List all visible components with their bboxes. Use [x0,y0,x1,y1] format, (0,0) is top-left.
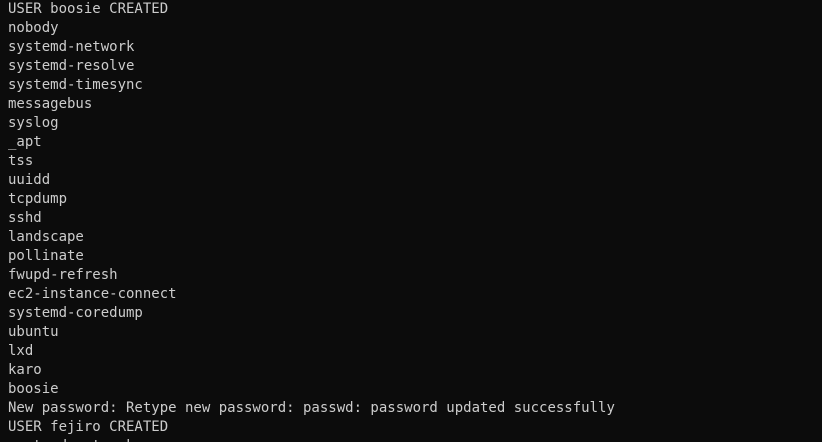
terminal-line: landscape [8,229,84,245]
terminal-line: USER boosie CREATED [8,1,169,17]
terminal-line: fwupd-refresh [8,267,118,283]
terminal-line: sshd [8,210,42,226]
terminal-line: systemd-timesync [8,77,143,93]
terminal-line: ec2-instance-connect [8,286,177,302]
terminal-line: systemd-network [8,437,822,442]
terminal-line: systemd-resolve [8,58,135,74]
terminal-line: uuidd [8,172,51,188]
terminal-line: _apt [8,134,42,150]
terminal-line: tss [8,153,34,169]
terminal-line: messagebus [8,96,93,112]
terminal-line: tcpdump [8,191,68,207]
terminal-window[interactable]: USER boosie CREATED nobody systemd-netwo… [0,0,822,442]
terminal-line: lxd [8,343,34,359]
terminal-line: ubuntu [8,324,59,340]
terminal-line: systemd-coredump [8,305,143,321]
terminal-line: USER fejiro CREATED [8,419,169,435]
terminal-line: New password: Retype new password: passw… [8,400,615,416]
terminal-line: boosie [8,381,59,397]
terminal-line: karo [8,362,42,378]
terminal-line: nobody [8,20,59,36]
terminal-output: USER boosie CREATED nobody systemd-netwo… [8,0,822,442]
terminal-line: systemd-network [8,39,135,55]
terminal-line: syslog [8,115,59,131]
terminal-line: pollinate [8,248,84,264]
